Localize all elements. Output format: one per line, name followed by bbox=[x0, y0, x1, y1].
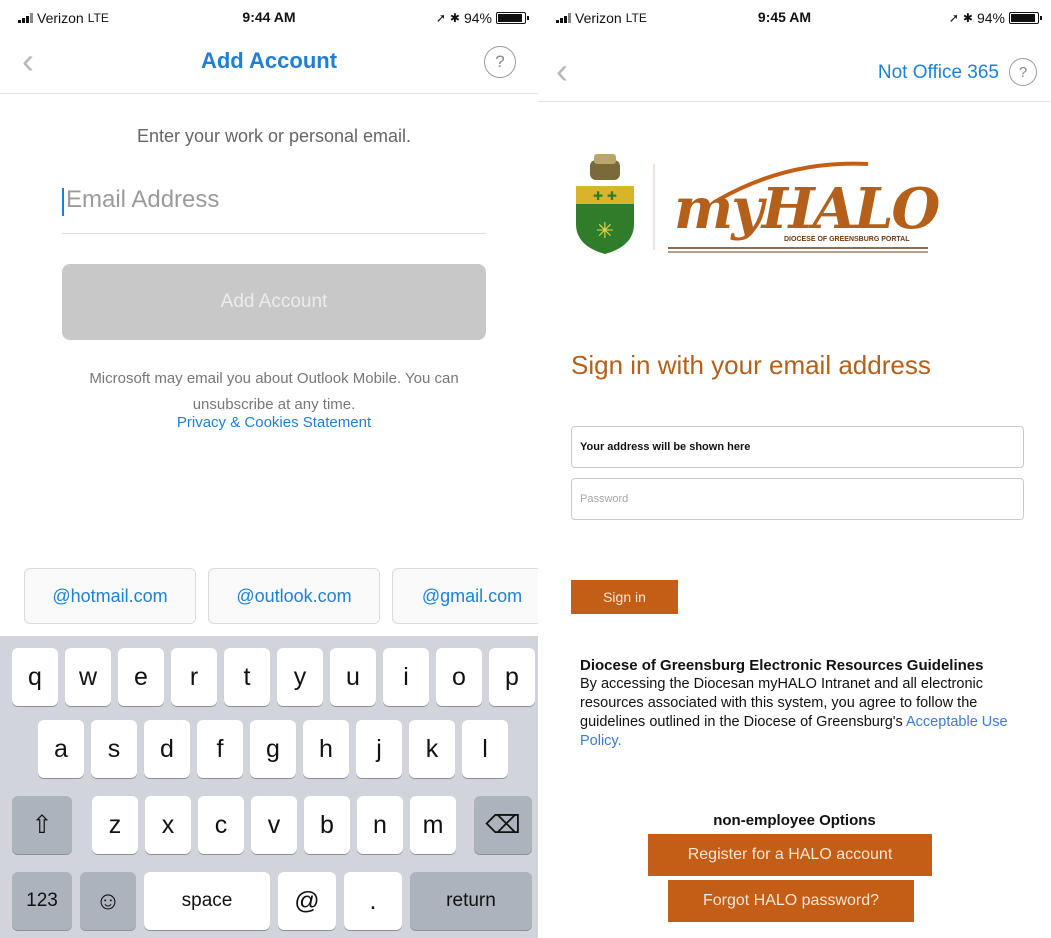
battery-percent: 94% bbox=[976, 10, 1005, 26]
key-q[interactable]: q bbox=[12, 648, 58, 706]
guidelines-text: By accessing the Diocesan myHALO Intrane… bbox=[580, 675, 1010, 751]
svg-text:✚ ✚: ✚ ✚ bbox=[593, 189, 617, 203]
status-right: ➚ ✱ 94% bbox=[948, 10, 1042, 26]
key-r[interactable]: r bbox=[171, 648, 217, 706]
domain-suggestions: @hotmail.com @outlook.com @gmail.com bbox=[0, 568, 538, 624]
status-right: ➚ ✱ 94% bbox=[435, 10, 529, 26]
shift-key-icon[interactable]: ⇧ bbox=[12, 796, 72, 854]
key-m[interactable]: m bbox=[410, 796, 456, 854]
key-o[interactable]: o bbox=[436, 648, 482, 706]
back-chevron-icon[interactable]: ‹ bbox=[556, 50, 568, 92]
key-a[interactable]: a bbox=[38, 720, 84, 778]
key-i[interactable]: i bbox=[383, 648, 429, 706]
battery-percent: 94% bbox=[463, 10, 492, 26]
battery-icon bbox=[496, 12, 529, 24]
suggestion-hotmail[interactable]: @hotmail.com bbox=[24, 568, 196, 624]
key-l[interactable]: l bbox=[462, 720, 508, 778]
key-c[interactable]: c bbox=[198, 796, 244, 854]
help-icon[interactable]: ? bbox=[484, 46, 516, 78]
key-z[interactable]: z bbox=[92, 796, 138, 854]
nav-bar: ‹ Not Office 365 ? bbox=[538, 36, 1051, 102]
key-u[interactable]: u bbox=[330, 648, 376, 706]
non-employee-title: non-employee Options bbox=[713, 812, 876, 829]
register-halo-button[interactable]: Register for a HALO account bbox=[648, 834, 932, 876]
outlook-add-account-screen: Verizon LTE 9:44 AM ➚ ✱ 94% ‹ Add Accoun… bbox=[0, 0, 538, 938]
myhalo-signin-screen: Verizon LTE 9:45 AM ➚ ✱ 94% ‹ Not Office… bbox=[538, 0, 1051, 938]
key-s[interactable]: s bbox=[91, 720, 137, 778]
status-bar: Verizon LTE 9:45 AM ➚ ✱ 94% bbox=[538, 0, 1051, 36]
forgot-password-button[interactable]: Forgot HALO password? bbox=[668, 880, 914, 922]
key-y[interactable]: y bbox=[277, 648, 323, 706]
bluetooth-icon: ✱ bbox=[449, 11, 460, 25]
key-t[interactable]: t bbox=[224, 648, 270, 706]
key-g[interactable]: g bbox=[250, 720, 296, 778]
key-n[interactable]: n bbox=[357, 796, 403, 854]
key-e[interactable]: e bbox=[118, 648, 164, 706]
disclaimer-text: Microsoft may email you about Outlook Mo… bbox=[89, 370, 459, 413]
bluetooth-icon: ✱ bbox=[962, 11, 973, 25]
email-placeholder: Email Address bbox=[66, 186, 220, 213]
signin-heading: Sign in with your email address bbox=[571, 350, 931, 380]
space-key[interactable]: space bbox=[144, 872, 270, 930]
nav-bar: ‹ Add Account ? bbox=[0, 36, 538, 94]
not-office-365-link[interactable]: Not Office 365 bbox=[878, 62, 999, 84]
key-w[interactable]: w bbox=[65, 648, 111, 706]
key-b[interactable]: b bbox=[304, 796, 350, 854]
numbers-key[interactable]: 123 bbox=[12, 872, 72, 930]
logo-wordmark: myHALO bbox=[674, 176, 940, 242]
logo-tagline: DIOCESE OF GREENSBURG PORTAL bbox=[784, 236, 910, 243]
key-p[interactable]: p bbox=[489, 648, 535, 706]
return-key[interactable]: return bbox=[410, 872, 532, 930]
suggestion-gmail[interactable]: @gmail.com bbox=[392, 568, 538, 624]
sign-in-button[interactable]: Sign in bbox=[571, 580, 678, 614]
location-icon: ➚ bbox=[435, 11, 446, 25]
status-bar: Verizon LTE 9:44 AM ➚ ✱ 94% bbox=[0, 0, 538, 36]
location-icon: ➚ bbox=[948, 11, 959, 25]
key-h[interactable]: h bbox=[303, 720, 349, 778]
text-cursor bbox=[62, 188, 64, 216]
guidelines-title: Diocese of Greensburg Electronic Resourc… bbox=[580, 657, 984, 674]
delete-key-icon[interactable]: ⌫ bbox=[474, 796, 532, 854]
dot-key[interactable]: . bbox=[344, 872, 402, 930]
help-icon[interactable]: ? bbox=[1009, 58, 1037, 86]
keyboard: q w e r t y u i o p a s d f g h j k l ⇧ z x c v b n m ⌫ 123 ☺ space @. r… bbox=[0, 636, 538, 938]
key-v[interactable]: v bbox=[251, 796, 297, 854]
page-title: Add Account bbox=[200, 48, 338, 73]
email-input[interactable]: Email Address bbox=[62, 178, 486, 234]
key-f[interactable]: f bbox=[197, 720, 243, 778]
add-account-button[interactable]: Add Account bbox=[62, 264, 486, 340]
at-key[interactable]: @ bbox=[278, 872, 336, 930]
privacy-cookies-link[interactable]: Privacy & Cookies Statement bbox=[0, 414, 538, 431]
key-d[interactable]: d bbox=[144, 720, 190, 778]
myhalo-logo: ✚ ✚ ✳ myHALO DIOCESE OF GREENSBURG PORTA… bbox=[568, 150, 940, 270]
key-j[interactable]: j bbox=[356, 720, 402, 778]
password-field[interactable]: Password bbox=[571, 478, 1024, 520]
emoji-key-icon[interactable]: ☺ bbox=[80, 872, 136, 930]
guidelines-block: Diocese of Greensburg Electronic Resourc… bbox=[580, 656, 1010, 751]
suggestion-outlook[interactable]: @outlook.com bbox=[208, 568, 380, 624]
battery-icon bbox=[1009, 12, 1042, 24]
svg-text:✳: ✳ bbox=[596, 219, 614, 244]
key-k[interactable]: k bbox=[409, 720, 455, 778]
key-x[interactable]: x bbox=[145, 796, 191, 854]
email-prompt: Enter your work or personal email. bbox=[136, 126, 412, 146]
email-address-field[interactable]: Your address will be shown here bbox=[571, 426, 1024, 468]
